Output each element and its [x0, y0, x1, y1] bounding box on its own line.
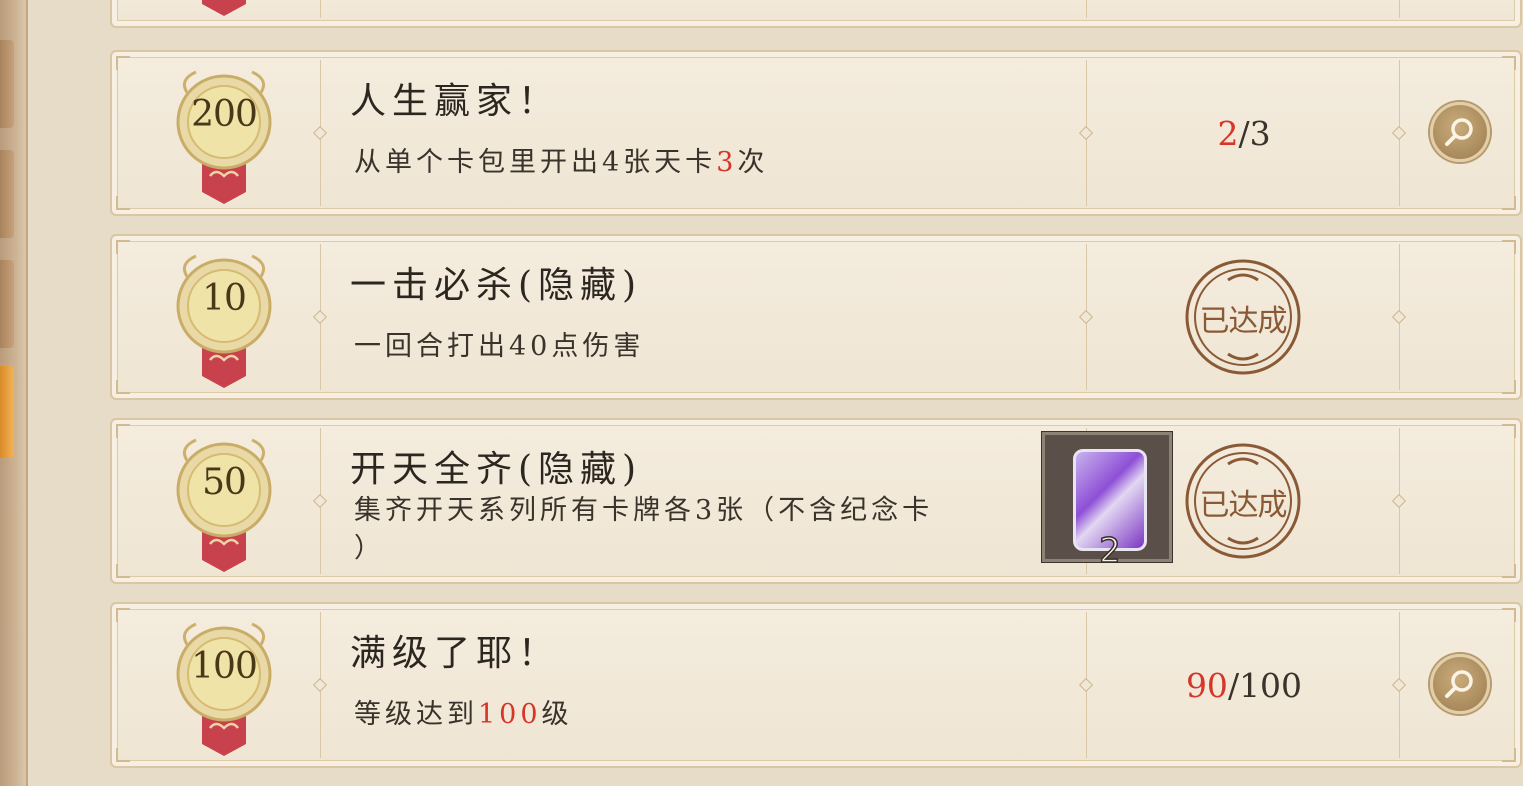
achievement-description: 一回合打出40点伤害: [354, 331, 645, 362]
achievement-title: 开天全齐(隐藏): [350, 449, 643, 490]
frame-corner: [1502, 748, 1516, 762]
achievement-row[interactable]: 200 人生赢家！ 从单个卡包里开出4张天卡3次 2/3: [110, 50, 1522, 216]
medal-points: 50: [202, 462, 247, 503]
description-highlight: 100: [478, 699, 542, 730]
magnifier-icon[interactable]: [1430, 102, 1490, 162]
frame-corner: [116, 56, 130, 70]
column-divider: [312, 612, 328, 758]
frame-corner: [116, 196, 130, 210]
divider-knot: [312, 677, 328, 693]
reward-item[interactable]: 2: [1042, 432, 1172, 572]
side-tab-active[interactable]: [0, 366, 14, 458]
column-divider: [1086, 0, 1087, 18]
side-tab-bar: [0, 0, 28, 786]
frame-corner: [116, 424, 130, 438]
progress-total: 100: [1239, 666, 1303, 705]
frame-corner: [1502, 564, 1516, 578]
description-highlight: 3: [716, 147, 738, 178]
side-tab[interactable]: [0, 150, 14, 238]
frame-corner: [116, 240, 130, 254]
description-text: 等级达到: [354, 699, 478, 730]
achievement-list: 200 人生赢家！ 从单个卡包里开出4张天卡3次 2/3 10 一击必杀(隐藏)…: [28, 0, 1523, 786]
frame-corner: [116, 564, 130, 578]
achievement-description: 集齐开天系列所有卡牌各3张（不含纪念卡 ）: [354, 492, 1054, 568]
divider-knot: [312, 493, 328, 509]
column-divider: [1078, 60, 1094, 206]
stamp-label: 已达成: [1199, 304, 1288, 339]
progress-total: 3: [1249, 114, 1271, 153]
divider-knot: [1391, 493, 1407, 509]
magnifier-icon[interactable]: [1430, 654, 1490, 714]
frame-corner: [1502, 380, 1516, 394]
achievement-title: 一击必杀(隐藏): [350, 265, 643, 306]
frame-corner: [1502, 56, 1516, 70]
progress-current: 2: [1217, 114, 1239, 153]
medal-points: 100: [191, 646, 258, 687]
achievement-row[interactable]: 50 开天全齐(隐藏) 集齐开天系列所有卡牌各3张（不含纪念卡 ） 2 已达成: [110, 418, 1522, 584]
medal-points: 200: [191, 94, 258, 135]
frame-corner: [116, 380, 130, 394]
medal-badge-icon: 10: [172, 248, 276, 388]
completed-stamp-icon: 已达成: [1184, 258, 1302, 376]
divider-knot: [1078, 309, 1094, 325]
medal-badge-icon: 200: [172, 64, 276, 204]
medal-points: 10: [202, 278, 247, 319]
column-divider: [312, 60, 328, 206]
description-line: 集齐开天系列所有卡牌各3张（不含纪念卡: [354, 495, 934, 526]
description-text: 次: [737, 147, 769, 178]
side-tab[interactable]: [0, 40, 14, 128]
column-divider: [312, 428, 328, 574]
achievement-progress: 2/3: [1088, 114, 1400, 153]
achievement-title: 满级了耶！: [350, 633, 561, 674]
column-divider: [1078, 244, 1094, 390]
ribbon-icon: [202, 0, 246, 16]
progress-separator: /: [1227, 666, 1240, 705]
description-text: 级: [541, 699, 573, 730]
achievement-description: 等级达到100级: [354, 696, 573, 734]
achievement-row[interactable]: 100 满级了耶！ 等级达到100级 90/100: [110, 602, 1522, 768]
column-divider: [1391, 244, 1407, 390]
frame-corner: [1502, 240, 1516, 254]
achievement-title: 人生赢家！: [350, 81, 561, 122]
side-tab[interactable]: [0, 260, 14, 348]
medal-badge-icon: 100: [172, 616, 276, 756]
frame-corner: [1502, 196, 1516, 210]
frame-corner: [1502, 424, 1516, 438]
column-divider: [1078, 612, 1094, 758]
frame-corner: [116, 608, 130, 622]
completed-stamp-icon: 已达成: [1184, 442, 1302, 560]
achievement-row[interactable]: 10 一击必杀(隐藏) 一回合打出40点伤害 已达成: [110, 234, 1522, 400]
divider-knot: [1391, 309, 1407, 325]
achievement-progress: 90/100: [1088, 666, 1400, 705]
progress-current: 90: [1185, 666, 1228, 705]
divider-knot: [312, 309, 328, 325]
column-divider: [312, 244, 328, 390]
medal-badge-icon: 50: [172, 432, 276, 572]
achievement-row-partial: [110, 0, 1522, 28]
frame-corner: [116, 748, 130, 762]
achievement-description: 从单个卡包里开出4张天卡3次: [354, 144, 768, 182]
column-divider: [1391, 428, 1407, 574]
description-line: ）: [354, 533, 385, 564]
progress-separator: /: [1238, 114, 1250, 153]
divider-knot: [312, 125, 328, 141]
description-text: 从单个卡包里开出4张天卡: [354, 147, 717, 178]
frame-corner: [1502, 608, 1516, 622]
column-divider: [320, 0, 321, 18]
reward-quantity: 2: [1098, 530, 1121, 572]
column-divider: [1399, 0, 1400, 18]
stamp-label: 已达成: [1199, 488, 1288, 523]
